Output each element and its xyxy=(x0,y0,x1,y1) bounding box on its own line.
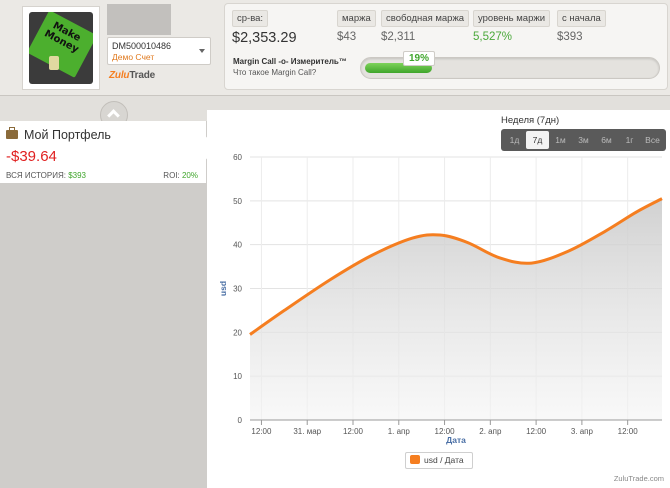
avatar-pin-shape xyxy=(49,56,59,70)
top-header: Make Money DM500010486 Демо Счет ZuluTra… xyxy=(0,0,670,96)
portfolio-title: Мой Портфель xyxy=(24,128,111,142)
account-metrics-panel: ср-ва: $2,353.29 маржа $43 свободная мар… xyxy=(224,3,668,90)
x-tick-label: 1. апр xyxy=(388,427,411,436)
metric-since-start-label: с начала xyxy=(557,10,606,27)
x-tick-label: 2. апр xyxy=(479,427,502,436)
equity-chart: 0 10 20 30 40 50 60 12:00 31. мар 12:00 1. апр 12:0… xyxy=(218,153,663,445)
range-option-3[interactable]: 3м xyxy=(572,131,595,149)
chart-panel: 0 10 20 30 40 50 60 12:00 31. мар 12:00 1. апр 12:0… xyxy=(207,110,670,488)
avatar-image: Make Money xyxy=(29,12,93,84)
x-axis-title: Дата xyxy=(446,435,466,445)
history-value: $393 xyxy=(68,171,86,180)
metric-free-margin-value: $2,311 xyxy=(381,31,416,43)
y-tick-label: 10 xyxy=(233,372,242,381)
metric-margin-label: маржа xyxy=(337,10,376,27)
range-option-0[interactable]: 1д xyxy=(503,131,526,149)
range-option-5[interactable]: 1г xyxy=(618,131,641,149)
metric-since-start: с начала $393 xyxy=(557,8,606,43)
roi-value: 20% xyxy=(181,171,198,180)
legend-swatch xyxy=(410,455,420,464)
range-selector: 1д 7д 1м 3м 6м 1г Все xyxy=(501,129,666,151)
zulutrade-logo[interactable]: ZuluTrade xyxy=(109,70,155,81)
x-tick-label: 12:00 xyxy=(526,427,547,436)
margin-call-title: Margin Call -o- Измеритель™ xyxy=(233,57,347,66)
y-tick-label: 30 xyxy=(233,285,242,294)
logo-suffix: Trade xyxy=(129,70,155,81)
portfolio-roi: ROI: 20% xyxy=(163,171,198,180)
range-option-2[interactable]: 1м xyxy=(549,131,572,149)
portfolio-value: -$39.64 xyxy=(6,148,57,165)
portfolio-card[interactable]: Мой Портфель -$39.64 ВСЯ ИСТОРИЯ: $393 R… xyxy=(0,121,206,183)
range-option-1[interactable]: 7д xyxy=(526,131,549,149)
y-tick-label: 40 xyxy=(233,241,242,250)
y-axis-title: usd xyxy=(218,281,228,296)
metric-margin-level-value: 5,527% xyxy=(473,31,513,43)
x-tick-label: 31. мар xyxy=(293,427,321,436)
metric-margin-level-label: уровень маржи xyxy=(473,10,551,27)
margin-call-percent: 19% xyxy=(403,51,435,66)
roi-label: ROI: xyxy=(163,171,180,180)
range-option-6[interactable]: Все xyxy=(641,131,664,149)
x-tick-label: 12:00 xyxy=(251,427,272,436)
y-tick-label: 60 xyxy=(233,153,242,162)
legend-label: usd / Дата xyxy=(424,455,464,465)
account-placeholder xyxy=(107,4,171,35)
briefcase-icon xyxy=(6,127,18,139)
metric-equity: ср-ва: $2,353.29 xyxy=(232,8,297,46)
metric-margin: маржа $43 xyxy=(337,8,376,43)
account-selector[interactable]: DM500010486 Демо Счет xyxy=(107,37,211,65)
x-tick-label: 3. апр xyxy=(571,427,594,436)
metric-free-margin-label: свободная маржа xyxy=(381,10,470,27)
metric-margin-level: уровень маржи 5,527% xyxy=(473,8,551,43)
portfolio-history: ВСЯ ИСТОРИЯ: $393 xyxy=(6,171,86,180)
account-type: Демо Счет xyxy=(112,52,155,62)
x-tick-label: 12:00 xyxy=(618,427,639,436)
range-label: Неделя (7дн) xyxy=(501,115,560,126)
metric-free-margin: свободная маржа $2,311 xyxy=(381,8,470,43)
margin-call-help-link[interactable]: Что такое Margin Call? xyxy=(233,68,316,77)
margin-call-meter: 19% xyxy=(360,51,660,79)
avatar[interactable]: Make Money xyxy=(22,6,100,90)
metric-since-start-value: $393 xyxy=(557,31,583,43)
y-tick-label: 50 xyxy=(233,197,242,206)
chevron-down-icon[interactable] xyxy=(199,49,205,53)
logo-prefix: Zulu xyxy=(109,70,130,81)
portfolio-title-row: Мой Портфель xyxy=(6,127,111,142)
chart-legend[interactable]: usd / Дата xyxy=(405,452,473,469)
chevron-up-icon xyxy=(107,109,120,122)
history-label: ВСЯ ИСТОРИЯ: xyxy=(6,171,66,180)
range-option-4[interactable]: 6м xyxy=(595,131,618,149)
y-tick-label: 0 xyxy=(238,416,243,425)
metric-equity-label: ср-ва: xyxy=(232,10,269,27)
chart-credit: ZuluTrade.com xyxy=(613,474,664,483)
account-id: DM500010486 xyxy=(112,41,172,51)
y-tick-label: 20 xyxy=(233,328,242,337)
metric-margin-value: $43 xyxy=(337,31,357,43)
metric-equity-value: $2,353.29 xyxy=(232,30,297,46)
x-tick-label: 12:00 xyxy=(343,427,364,436)
